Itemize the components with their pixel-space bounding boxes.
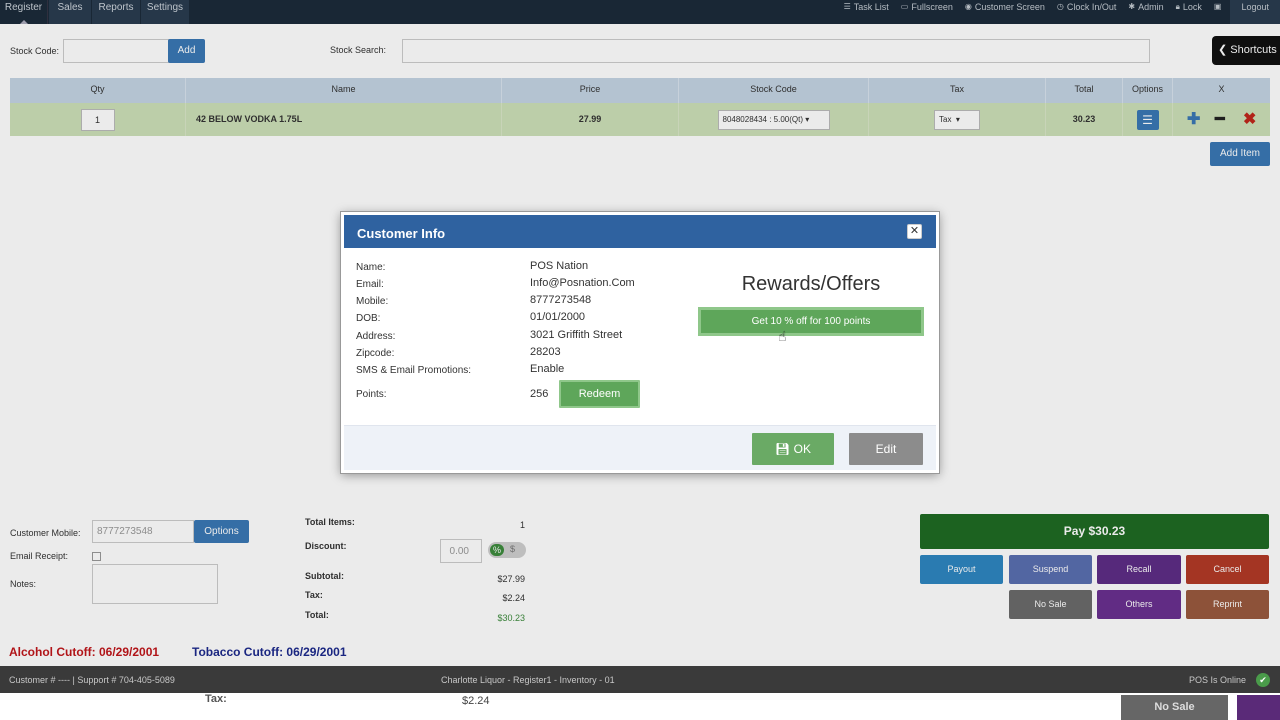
pointer-cursor-icon: ☝︎ <box>778 328 787 344</box>
name-value: POS Nation <box>530 260 589 272</box>
address-value: 3021 Griffith Street <box>530 329 623 341</box>
points-label: Points: <box>356 389 387 400</box>
check-icon: ✔ <box>1256 673 1270 687</box>
offer-button[interactable]: Get 10 % off for 100 points <box>698 307 924 336</box>
zipcode-label: Zipcode: <box>356 348 395 359</box>
email-label: Email: <box>356 279 384 290</box>
close-icon[interactable]: ✕ <box>907 224 922 239</box>
underlying-tax-value: $2.24 <box>462 695 490 707</box>
promotions-label: SMS & Email Promotions: <box>356 365 472 376</box>
footer-store-info: Charlotte Liquor - Register1 - Inventory… <box>441 675 615 685</box>
save-icon: 💾︎ <box>775 442 791 456</box>
underlying-tax-label: Tax: <box>205 693 227 705</box>
rewards-title: Rewards/Offers <box>741 273 881 295</box>
modal-header: Customer Info ✕ <box>344 215 936 248</box>
promotions-value: Enable <box>530 363 565 375</box>
address-label: Address: <box>356 331 396 342</box>
mobile-label: Mobile: <box>356 296 389 307</box>
footer-support-info: Customer # ---- | Support # 704-405-5089 <box>9 675 175 685</box>
dob-label: DOB: <box>356 313 381 324</box>
footer-online-status: POS Is Online <box>1188 675 1246 685</box>
mobile-value: 8777273548 <box>530 294 592 306</box>
status-footer: Customer # ---- | Support # 704-405-5089… <box>0 666 1280 693</box>
name-label: Name: <box>356 262 386 273</box>
underlying-others-button[interactable] <box>1237 695 1280 720</box>
edit-button[interactable]: Edit <box>849 433 923 465</box>
modal-title: Customer Info <box>357 226 446 241</box>
ok-label: OK <box>793 442 811 456</box>
zipcode-value: 28203 <box>530 346 561 358</box>
redeem-button[interactable]: Redeem <box>559 380 640 408</box>
email-value: Info@Posnation.Com <box>530 277 635 289</box>
modal-footer: 💾︎ OK Edit <box>344 425 936 470</box>
ok-button[interactable]: 💾︎ OK <box>752 433 834 465</box>
underlying-panel: Tax: $2.24 No Sale <box>0 693 1280 720</box>
points-value: 256 <box>530 388 549 400</box>
dob-value: 01/01/2000 <box>530 311 586 323</box>
customer-info-modal: Customer Info ✕ Name: POS Nation Email: … <box>341 212 939 473</box>
underlying-no-sale-button[interactable]: No Sale <box>1121 695 1228 720</box>
